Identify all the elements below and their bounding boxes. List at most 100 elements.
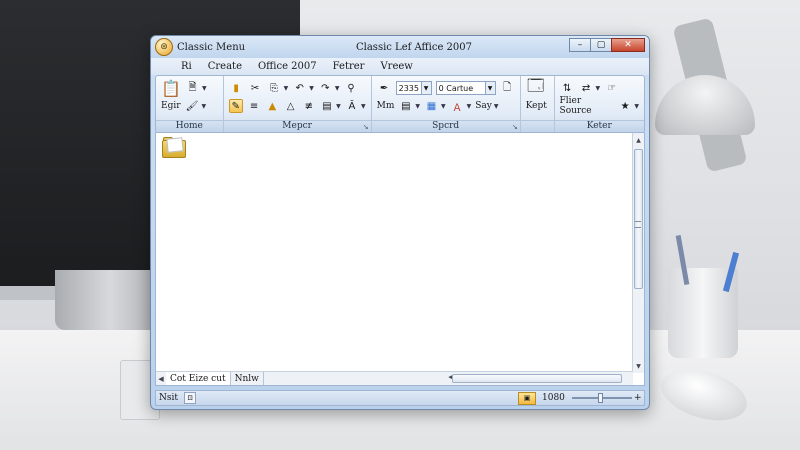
edit-button[interactable]: Egir [161, 101, 181, 111]
dialog-launcher[interactable]: ↘ [512, 123, 518, 131]
app-window: ⊛ Classic Menu Classic Lef Affice 2007 –… [150, 35, 650, 410]
paste-icon[interactable]: 📋 [159, 77, 183, 99]
line-spacing-icon[interactable]: ▤ [398, 99, 413, 113]
ribbon-group-kept: 🗔 Kept [520, 76, 555, 132]
close-button[interactable]: ✕ [611, 38, 645, 52]
maximize-button[interactable]: ▢ [590, 38, 612, 52]
sheet-tab-2[interactable]: Nnlw [231, 372, 264, 385]
chevron-down-icon[interactable]: ▼ [336, 103, 341, 110]
chevron-down-icon[interactable]: ▼ [494, 103, 499, 110]
align-left-icon[interactable]: ≡ [247, 99, 261, 113]
redo-icon[interactable]: ↷ [318, 81, 333, 95]
menu-item-ri[interactable]: Ri [181, 61, 192, 72]
vertical-scrollbar[interactable]: ▲ ▼ [632, 133, 644, 373]
sheet-tab-bar: ◀ Cot Eize cut Nnlw ◀ [156, 371, 633, 385]
scroll-up-icon[interactable]: ▲ [634, 135, 643, 145]
mm-button[interactable]: Mm [377, 101, 395, 111]
clipboard-icon[interactable]: 🗎 [185, 81, 200, 95]
copy-icon[interactable]: ⎘ [267, 81, 282, 95]
star-icon[interactable]: ★ [618, 99, 632, 113]
chevron-down-icon[interactable]: ▼ [361, 103, 366, 110]
spell-icon[interactable]: Ā [345, 99, 359, 113]
title-bar[interactable]: ⊛ Classic Menu Classic Lef Affice 2007 –… [151, 36, 649, 58]
page-view-icon[interactable]: ▣ [518, 391, 536, 405]
group-label-kept [520, 120, 554, 132]
scroll-grip [635, 221, 641, 222]
page-icon[interactable]: 🗋 [500, 81, 515, 95]
ribbon-group-spcrd: ✒ 2335 ▼ 0 Cartue ▼ 🗋 Mm ▤ ▼ ▦ ▼ Ａ ▼ Say ▼ S… [371, 76, 521, 132]
pen-icon[interactable]: ✒ [377, 81, 392, 95]
triangle-icon[interactable]: △ [283, 99, 297, 113]
group-label-mepcr-text: Mepcr [282, 121, 312, 131]
status-bar: Nsit ⊡ ▣ 1080 + [155, 390, 645, 406]
find-icon[interactable]: ⚲ [343, 81, 358, 95]
zoom-in-button[interactable]: + [634, 393, 642, 403]
menu-item-office-2007[interactable]: Office 2007 [258, 61, 317, 72]
undo-icon[interactable]: ↶ [292, 81, 307, 95]
dialog-launcher[interactable]: ↘ [363, 123, 369, 131]
window-controls: – ▢ ✕ [569, 38, 645, 52]
format-painter-icon[interactable]: 🖌 [185, 99, 200, 113]
font-size-value: 2335 [398, 83, 419, 93]
document-area[interactable]: ▲ ▼ ◀ Cot Eize cut Nnlw ◀ [155, 132, 645, 386]
group-label-mepcr: Mepcr [223, 120, 371, 132]
ribbon-group-mepcr: ▮ ✂ ⎘ ▼ ↶ ▼ ↷ ▼ ⚲ ✎ ≡ ▲ △ ≢ ▤ ▼ Ā ▼ Mepcr ↘ [223, 76, 372, 132]
chevron-down-icon[interactable]: ▼ [284, 85, 289, 92]
chevron-down-icon[interactable]: ▼ [202, 103, 207, 110]
chevron-down-icon[interactable]: ▼ [309, 85, 314, 92]
chevron-down-icon[interactable]: ▼ [467, 103, 472, 110]
chevron-down-icon[interactable]: ▼ [420, 82, 431, 94]
status-ready: Nsit [159, 393, 178, 403]
group-label-keter: Keter [554, 120, 644, 132]
office-logo-icon[interactable]: ⊛ [155, 38, 173, 56]
font-size-combo[interactable]: 2335 ▼ [395, 81, 432, 95]
ribbon-group-home: 📋 🗎 ▼ Egir 🖌 ▼ Home [156, 76, 224, 132]
menu-bar: Ri Create Office 2007 Fetrer Vreew [151, 58, 649, 75]
underline-icon[interactable]: ▲ [265, 99, 279, 113]
chevron-down-icon[interactable]: ▼ [634, 103, 639, 110]
chevron-down-icon[interactable]: ▼ [202, 85, 207, 92]
text-color-icon[interactable]: Ａ [450, 99, 465, 114]
say-button[interactable]: Say [475, 101, 492, 111]
paste-special-icon[interactable]: ▮ [229, 81, 244, 95]
chevron-down-icon[interactable]: ▼ [484, 82, 495, 94]
sheet-tab-1[interactable]: Cot Eize cut [166, 372, 231, 385]
chevron-left-icon[interactable]: ◀ [156, 375, 166, 383]
minimize-button[interactable]: – [569, 38, 591, 52]
chevron-down-icon[interactable]: ▼ [335, 85, 340, 92]
replace-icon[interactable]: ⇄ [579, 81, 594, 95]
scroll-down-icon[interactable]: ▼ [634, 361, 643, 371]
font-name-combo[interactable]: 0 Cartue ▼ [435, 81, 496, 95]
menu-item-fetrer[interactable]: Fetrer [333, 61, 365, 72]
highlight-icon[interactable]: ✎ [228, 99, 243, 113]
chevron-down-icon[interactable]: ▼ [415, 103, 420, 110]
filter-source-button[interactable]: Flier Source [560, 96, 614, 116]
font-name-value: 0 Cartue [438, 83, 474, 93]
chevron-down-icon[interactable]: ▼ [596, 85, 601, 92]
vertical-scroll-thumb[interactable] [634, 149, 643, 289]
shading-icon[interactable]: ▦ [424, 99, 439, 113]
group-label-spcrd: Spcrd [371, 120, 520, 132]
styles-icon[interactable]: 🗔 [524, 76, 548, 99]
background-lamp-shade [655, 75, 755, 135]
sort-icon[interactable]: ⇅ [560, 81, 575, 95]
zoom-level: 1080 [542, 393, 565, 403]
window-title: Classic Lef Affice 2007 [356, 41, 472, 53]
background-monitor-stand [55, 270, 165, 330]
menu-item-create[interactable]: Create [208, 61, 242, 72]
cut-icon[interactable]: ✂ [248, 81, 263, 95]
kept-button[interactable]: Kept [526, 101, 547, 111]
window-title-left: Classic Menu [177, 41, 246, 53]
macro-record-icon[interactable]: ⊡ [184, 392, 196, 404]
select-icon[interactable]: ☞ [604, 81, 619, 95]
chevron-down-icon[interactable]: ▼ [441, 103, 446, 110]
font-color-icon[interactable]: ▤ [320, 99, 334, 113]
scroll-grip [635, 227, 641, 228]
zoom-slider-knob[interactable] [598, 393, 603, 403]
folder-icon[interactable] [162, 136, 188, 160]
group-label-home: Home [156, 120, 223, 132]
strikethrough-icon[interactable]: ≢ [302, 99, 316, 113]
horizontal-scroll-thumb[interactable] [452, 374, 622, 383]
ribbon: 📋 🗎 ▼ Egir 🖌 ▼ Home ▮ ✂ ⎘ ▼ ↶ ▼ ↷ ▼ ⚲ ✎ ≡ [155, 75, 645, 133]
menu-item-vreew[interactable]: Vreew [380, 61, 412, 72]
